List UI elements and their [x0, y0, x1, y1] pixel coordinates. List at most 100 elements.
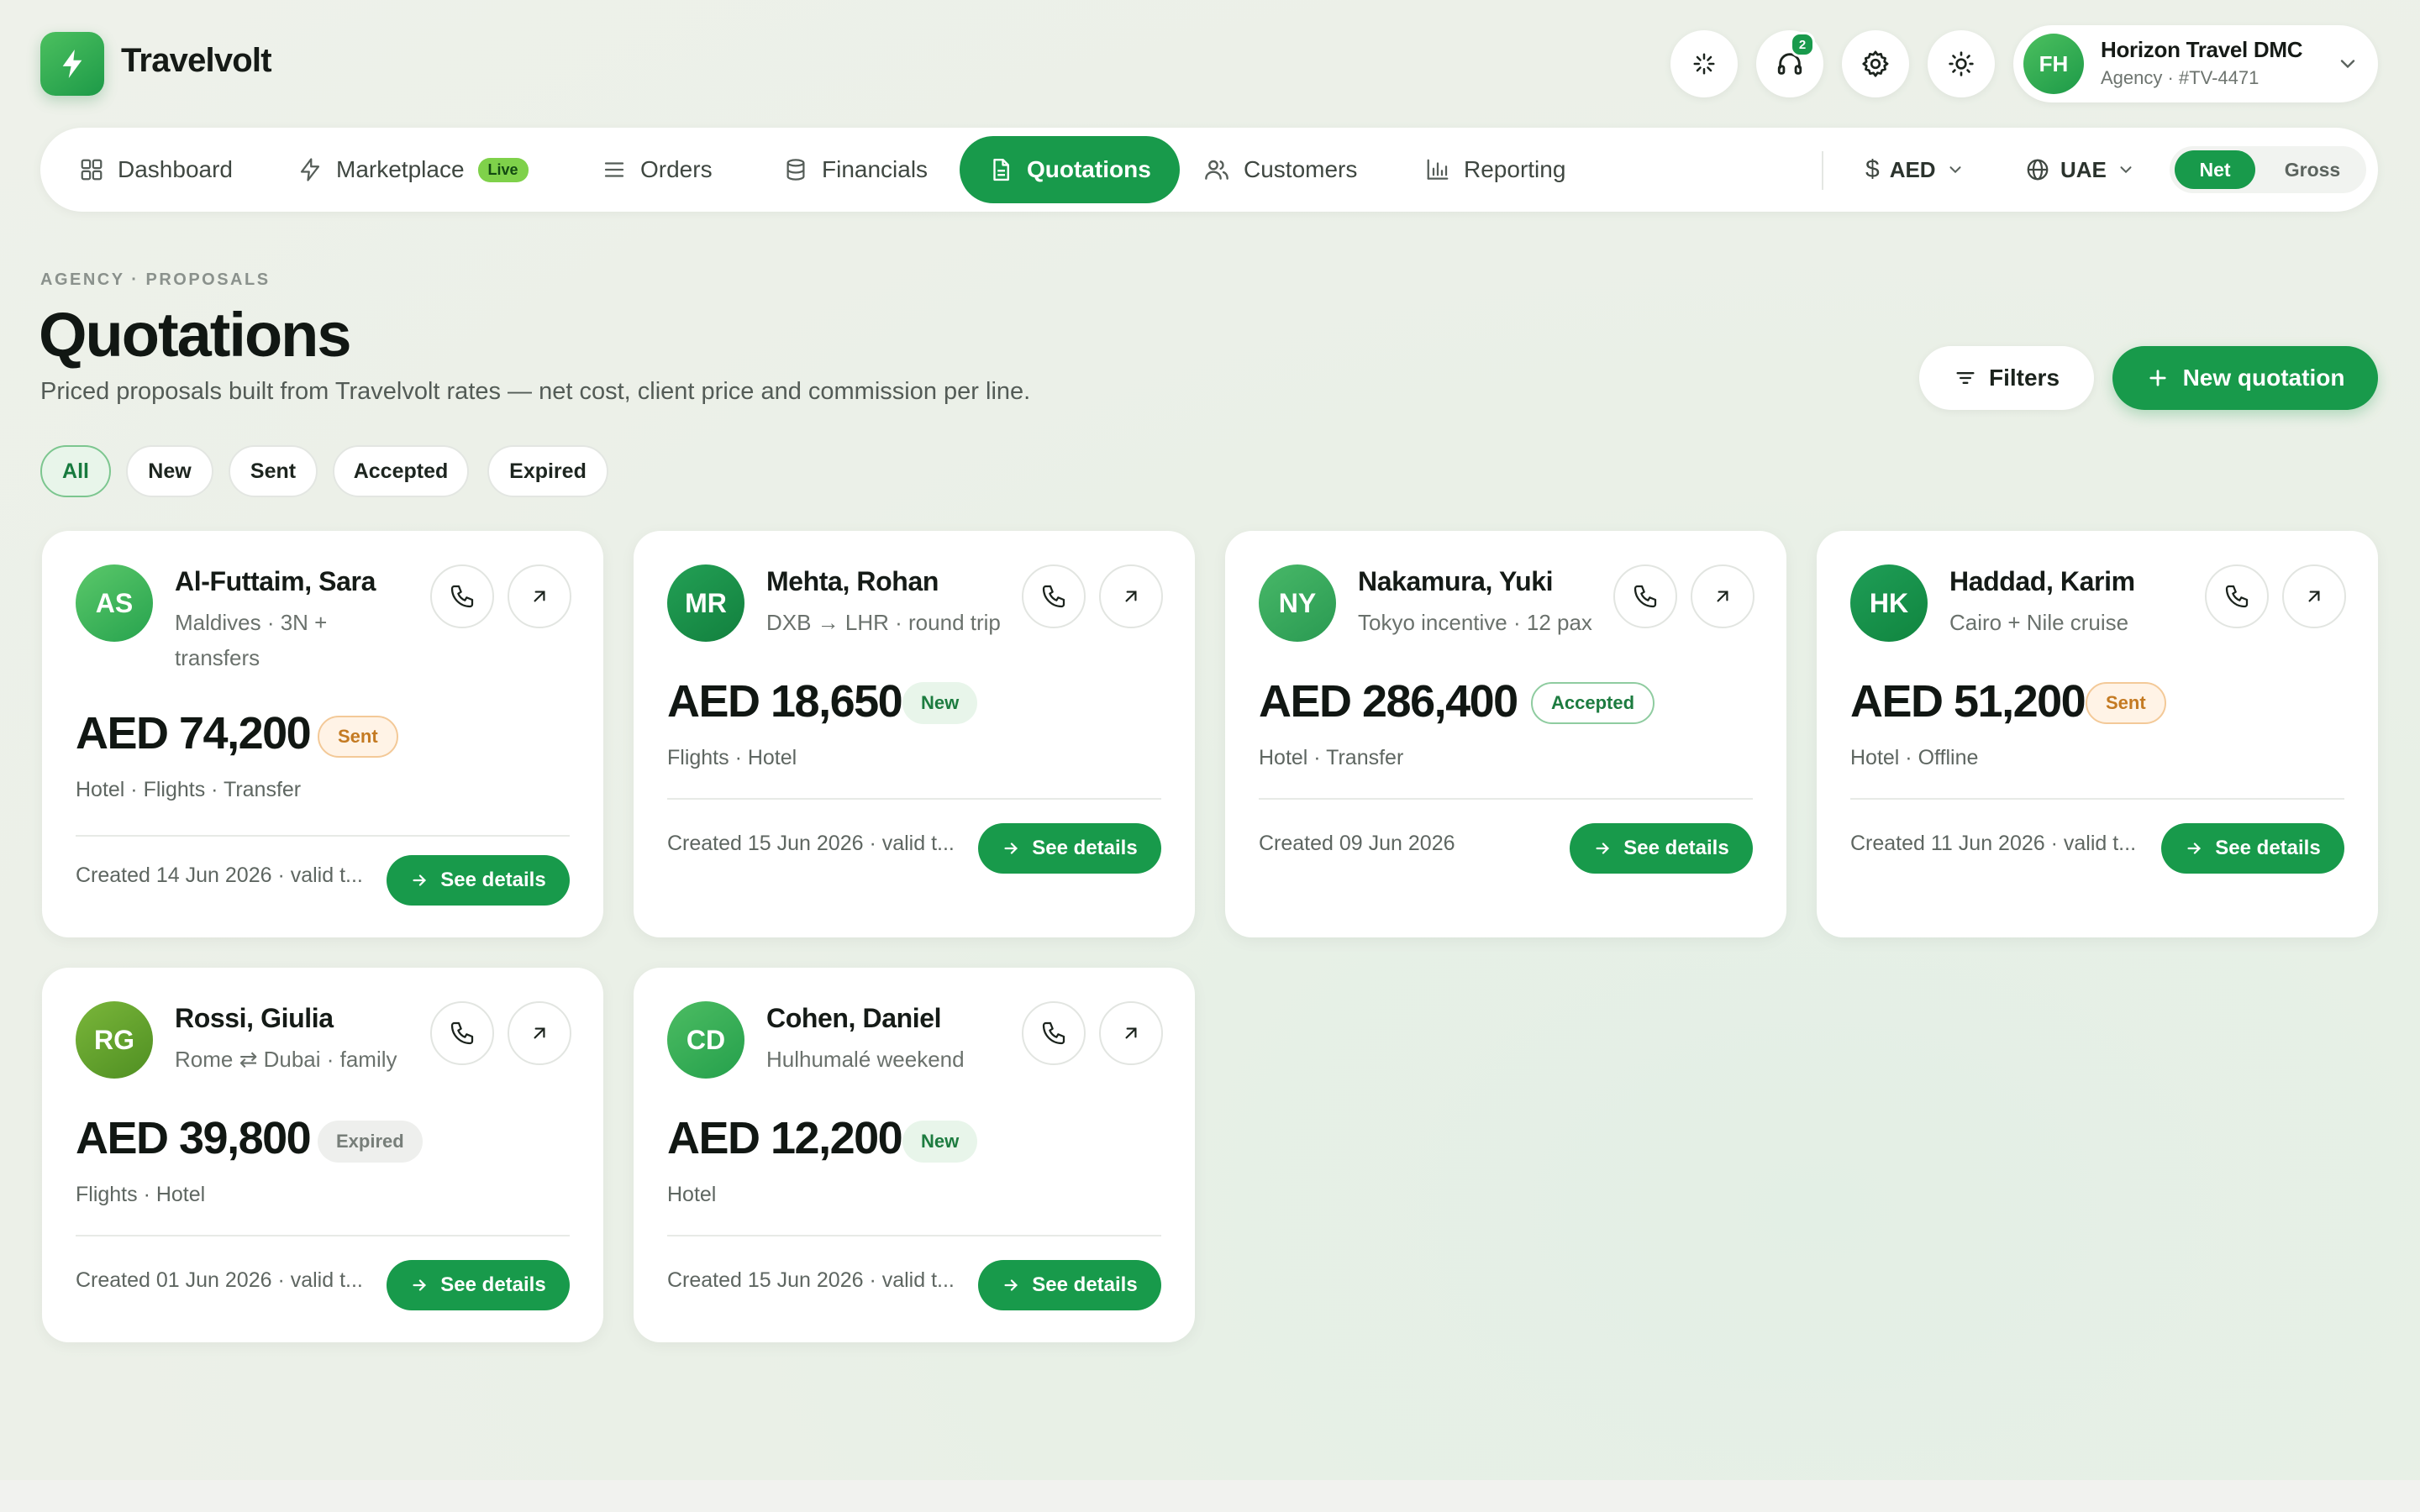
quotations-page: Travelvolt 2 FH Horizon Travel DMC Agenc… — [0, 0, 2420, 1512]
open-button[interactable] — [1099, 564, 1163, 628]
page-subtitle: Priced proposals built from Travelvolt r… — [40, 378, 1031, 405]
open-button[interactable] — [2282, 564, 2346, 628]
see-details-button[interactable]: See details — [387, 1260, 570, 1310]
nav-item-customers[interactable]: Customers — [1203, 136, 1357, 203]
breadcrumb: AGENCY · PROPOSALS — [40, 270, 271, 289]
filters-button[interactable]: Filters — [1919, 346, 2094, 410]
phone-icon — [1042, 585, 1065, 608]
filter-chip-all[interactable]: All — [40, 445, 111, 497]
customer-avatar: AS — [76, 564, 153, 642]
app-name: Travelvolt — [121, 42, 272, 79]
nav-item-orders[interactable]: Orders — [602, 136, 713, 203]
status-badge: Accepted — [1531, 682, 1655, 724]
account-avatar: FH — [2023, 34, 2084, 94]
app-logo[interactable] — [40, 32, 104, 96]
quotation-card: RG Rossi, Giulia Rome ⇄ Dubai · family A… — [42, 968, 603, 1342]
nav-label: Customers — [1244, 156, 1358, 182]
filter-chip-new[interactable]: New — [126, 445, 213, 497]
trip-summary: Tokyo incentive · 12 pax — [1358, 610, 1592, 635]
nav-item-marketplace[interactable]: Marketplace Live — [297, 136, 529, 203]
filter-chip-sent[interactable]: Sent — [229, 445, 318, 497]
account-subtitle: Agency · #TV-4471 — [2101, 67, 2260, 88]
open-button[interactable] — [508, 1001, 571, 1065]
arrow-right-icon — [413, 1279, 427, 1291]
filter-chip-expired[interactable]: Expired — [487, 445, 608, 497]
nav-item-dashboard[interactable]: Dashboard — [79, 136, 233, 203]
quotation-price: AED 286,400 — [1259, 676, 1518, 727]
database-icon — [786, 159, 805, 181]
phone-icon — [450, 1021, 474, 1045]
account-menu[interactable]: FH Horizon Travel DMC Agency · #TV-4471 — [2013, 25, 2378, 102]
quotation-items: Hotel — [667, 1183, 717, 1206]
toggle-gross[interactable]: Gross — [2264, 150, 2361, 189]
support-button[interactable]: 2 — [1756, 30, 1823, 97]
nav-label: Financials — [822, 156, 929, 182]
nav-item-quotations[interactable]: Quotations — [960, 136, 1180, 203]
customer-avatar: NY — [1259, 564, 1336, 642]
new-quotation-button[interactable]: New quotation — [2112, 346, 2378, 410]
region-select[interactable]: UAE — [2025, 136, 2135, 203]
customer-avatar: MR — [667, 564, 744, 642]
created-date: Created 01 Jun 2026 · valid t... — [76, 1268, 363, 1292]
see-details-button[interactable]: See details — [1570, 823, 1753, 874]
quotation-items: Hotel · Offline — [1850, 746, 1979, 769]
open-button[interactable] — [1099, 1001, 1163, 1065]
globe-icon — [2027, 159, 2049, 181]
nav-item-financials[interactable]: Financials — [783, 136, 928, 203]
currency-select[interactable]: $ AED — [1865, 136, 1965, 203]
settings-button[interactable] — [1842, 30, 1909, 97]
created-date: Created 15 Jun 2026 · valid t... — [667, 832, 955, 855]
arrow-right-icon — [1596, 843, 1610, 854]
arrow-right-icon — [1004, 1279, 1018, 1291]
quotation-items: Hotel · Flights · Transfer — [76, 778, 302, 801]
chevron-down-icon — [2120, 166, 2132, 174]
customer-avatar: HK — [1850, 564, 1928, 642]
quotation-price: AED 12,200 — [667, 1113, 903, 1163]
currency-icon: $ — [1865, 155, 1880, 183]
phone-icon — [450, 585, 474, 608]
status-badge: New — [902, 1121, 978, 1163]
list-icon — [604, 162, 624, 177]
call-button[interactable] — [430, 1001, 494, 1065]
arrow-up-right-icon — [1125, 591, 1137, 602]
card-divider — [1259, 798, 1753, 800]
nav-item-reporting[interactable]: Reporting — [1425, 136, 1565, 203]
call-button[interactable] — [1022, 1001, 1086, 1065]
nav-divider — [1822, 151, 1823, 190]
toggle-net[interactable]: Net — [2175, 150, 2255, 189]
see-details-button[interactable]: See details — [387, 855, 570, 906]
status-badge: Expired — [318, 1121, 423, 1163]
filter-icon — [1956, 372, 1975, 384]
open-button[interactable] — [508, 564, 571, 628]
trip-summary: Hulhumalé weekend — [766, 1047, 965, 1072]
see-details-button[interactable]: See details — [978, 1260, 1161, 1310]
arrow-up-right-icon — [2308, 591, 2320, 602]
call-button[interactable] — [2205, 564, 2269, 628]
gear-icon — [1862, 50, 1889, 77]
theme-toggle-button[interactable] — [1928, 30, 1995, 97]
call-button[interactable] — [430, 564, 494, 628]
spinner-icon — [1693, 53, 1715, 75]
filter-chip-accepted[interactable]: Accepted — [333, 445, 469, 497]
customer-name: Cohen, Daniel — [766, 1003, 942, 1033]
call-button[interactable] — [1613, 564, 1677, 628]
call-button[interactable] — [1022, 564, 1086, 628]
arrow-up-right-icon — [1717, 591, 1728, 602]
open-button[interactable] — [1691, 564, 1754, 628]
arrow-right-icon — [413, 874, 427, 886]
customer-name: Nakamura, Yuki — [1358, 566, 1554, 596]
nav-label: Reporting — [1464, 156, 1566, 182]
currency-value: AED — [1889, 156, 1936, 182]
plus-icon — [2149, 370, 2166, 386]
loading-status-button[interactable] — [1670, 30, 1738, 97]
card-divider — [667, 1235, 1161, 1236]
card-divider — [1850, 798, 2344, 800]
arrow-right-icon — [2187, 843, 2202, 854]
see-details-button[interactable]: See details — [2161, 823, 2344, 874]
customer-name: Mehta, Rohan — [766, 566, 939, 596]
status-badge: New — [902, 682, 978, 724]
nav-label: Orders — [640, 156, 713, 182]
region-value: UAE — [2060, 156, 2107, 182]
main-nav: Dashboard Marketplace Live Orders Financ… — [40, 128, 2378, 212]
see-details-button[interactable]: See details — [978, 823, 1161, 874]
